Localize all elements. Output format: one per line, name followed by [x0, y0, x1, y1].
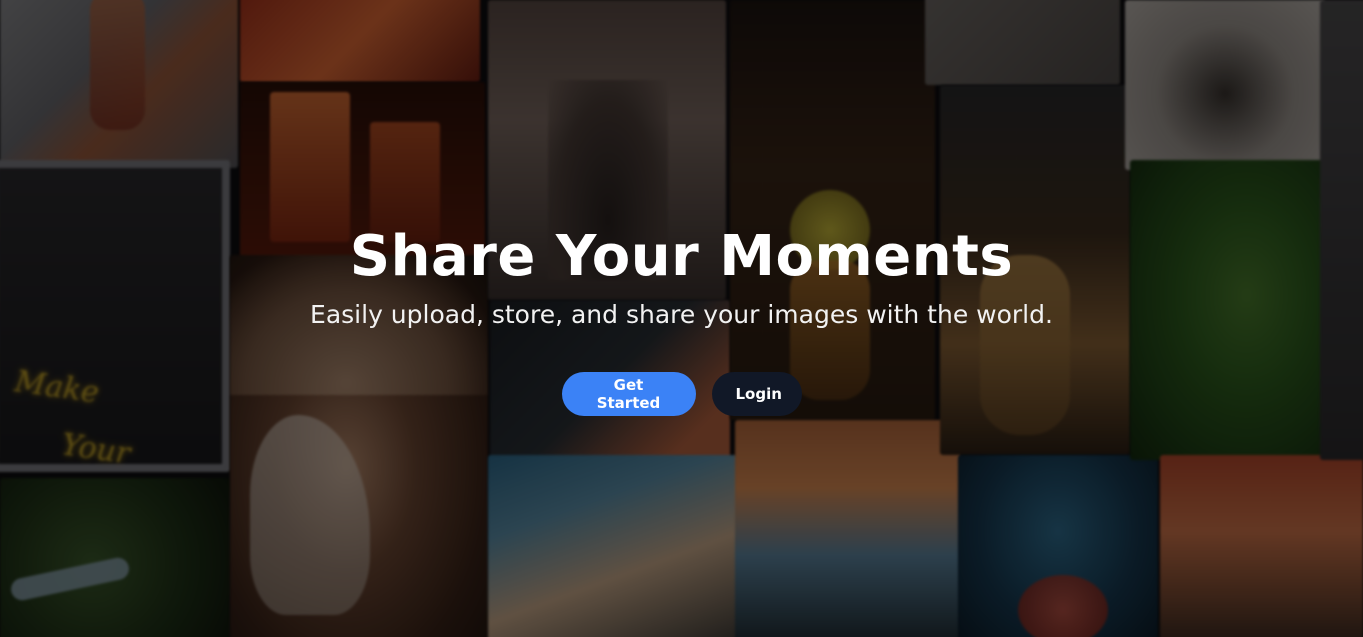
login-button[interactable]: Login — [711, 372, 802, 416]
hero-section: MakeYourWave Share Your Moments Easily u… — [0, 0, 1363, 637]
hero-subtitle: Easily upload, store, and share your ima… — [310, 300, 1053, 329]
hero-actions: Get Started Login — [0, 372, 1363, 416]
get-started-button[interactable]: Get Started — [561, 372, 696, 416]
hero-title: Share Your Moments — [349, 224, 1014, 289]
hero-content: Share Your Moments Easily upload, store,… — [0, 222, 1363, 416]
